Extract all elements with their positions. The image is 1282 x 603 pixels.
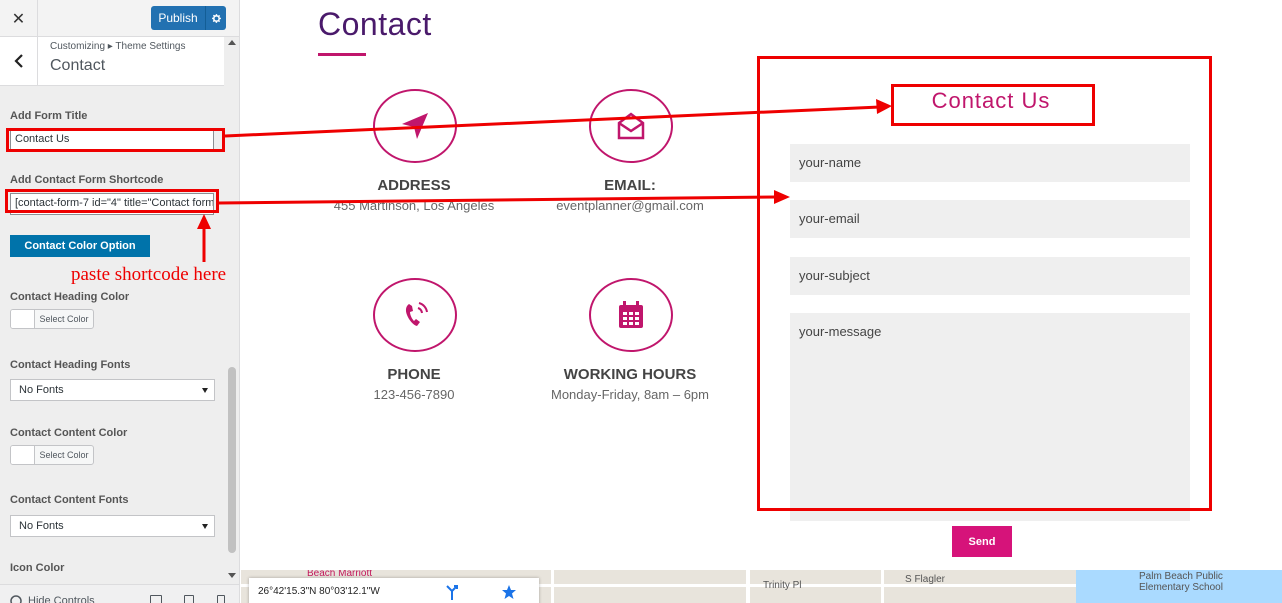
- annotation-arrowhead: [876, 99, 892, 114]
- annotation-arrows: [197, 99, 892, 262]
- annotation-arrowhead: [197, 214, 211, 229]
- screen: ✕ Publish Customizing ▸ Theme Settings C…: [0, 0, 1282, 603]
- annotation-arrow-line: [224, 105, 881, 138]
- annotation-arrow-line: [218, 195, 777, 205]
- annotation-arrowhead: [774, 190, 790, 204]
